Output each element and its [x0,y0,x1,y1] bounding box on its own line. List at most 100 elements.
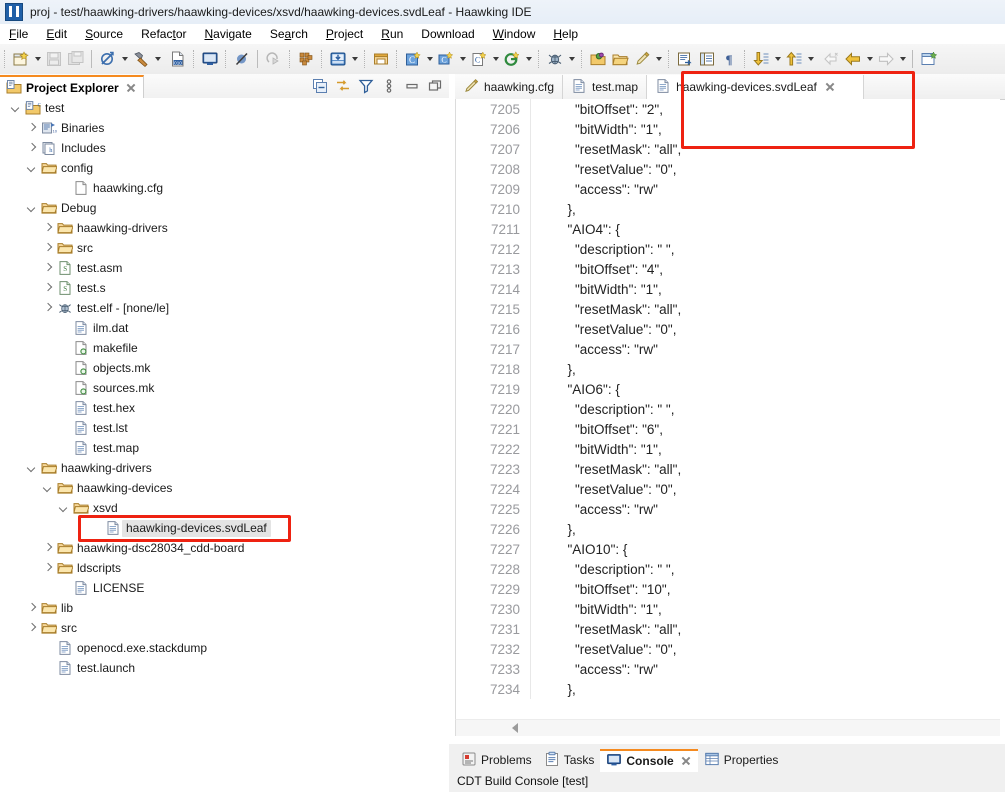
menu-search[interactable]: Search [261,25,317,43]
save-icon[interactable] [43,48,65,70]
outline-toggle-icon[interactable] [696,48,718,70]
chevron-right-icon[interactable] [40,218,56,238]
code-line[interactable]: 7215 "resetMask": "all", [456,299,1000,319]
tree-item-ilm-dat[interactable]: ilm.dat [0,318,449,338]
next-annotation-dropdown-arrow[interactable] [772,48,783,70]
code-view[interactable]: 7205 "bitOffset": "2", 7206 "bitWidth": "… [455,99,1000,719]
code-line[interactable]: 7221 "bitOffset": "6", [456,419,1000,439]
code-line[interactable]: 7217 "access": "rw" [456,339,1000,359]
tree-item-haawking-dsc28034-cdd-board[interactable]: haawking-dsc28034_cdd-board [0,538,449,558]
chevron-right-icon[interactable] [40,258,56,278]
tree-item-test-launch[interactable]: test.launch [0,658,449,678]
bottom-tab-console[interactable]: Console [600,748,698,772]
tree-item-src[interactable]: src [0,618,449,638]
save-all-icon[interactable] [65,48,87,70]
pilcrow-icon[interactable]: ¶ [718,48,740,70]
tree-item-test-elf-none-le[interactable]: test.elf - [none/le] [0,298,449,318]
chevron-right-icon[interactable] [24,618,40,638]
scroll-left-arrow-icon[interactable] [512,723,518,733]
tree-item-debug[interactable]: Debug [0,198,449,218]
bottom-tab-properties[interactable]: Properties [698,750,785,771]
tree-item-haawking-drivers[interactable]: haawking-drivers [0,218,449,238]
code-line[interactable]: 7230 "bitWidth": "1", [456,599,1000,619]
menu-edit[interactable]: Edit [37,25,76,43]
minimize-icon[interactable] [402,76,422,96]
code-line[interactable]: 7228 "description": " ", [456,559,1000,579]
code-line[interactable]: 7234 }, [456,679,1000,699]
open-declaration-icon[interactable] [674,48,696,70]
tree-item-objects-mk[interactable]: objects.mk [0,358,449,378]
code-line[interactable]: 7216 "resetValue": "0", [456,319,1000,339]
restore-window-icon[interactable] [370,48,392,70]
tree-item-haawking-cfg[interactable]: haawking.cfg [0,178,449,198]
chevron-right-icon[interactable] [24,138,40,158]
code-line[interactable]: 7229 "bitOffset": "10", [456,579,1000,599]
download-flash-dropdown-arrow[interactable] [349,48,360,70]
chevron-right-icon[interactable] [40,298,56,318]
code-line[interactable]: 7212 "description": " ", [456,239,1000,259]
build-hammer-icon[interactable] [130,48,152,70]
clean-build-icon[interactable] [97,48,119,70]
tree-item-src[interactable]: src [0,238,449,258]
chevron-down-icon[interactable] [56,498,72,518]
new-c-file-dropdown-arrow[interactable] [490,48,501,70]
debug-bug-dropdown-arrow[interactable] [566,48,577,70]
code-line[interactable]: 7209 "access": "rw" [456,179,1000,199]
code-line[interactable]: 7206 "bitWidth": "1", [456,119,1000,139]
chevron-down-icon[interactable] [40,478,56,498]
resume-icon[interactable] [263,48,285,70]
code-line[interactable]: 7225 "access": "rw" [456,499,1000,519]
menu-window[interactable]: Window [484,25,545,43]
previous-annotation-icon[interactable] [783,48,805,70]
chevron-down-icon[interactable] [8,98,24,118]
new-window-icon[interactable] [918,48,940,70]
tree-item-haawking-devices-svdleaf[interactable]: haawking-devices.svdLeaf [0,518,449,538]
tree-item-makefile[interactable]: makefile [0,338,449,358]
tab-project-explorer[interactable]: Project Explorer [0,74,144,100]
new-c-project-dropdown-arrow[interactable] [424,48,435,70]
build-hammer-dropdown-arrow[interactable] [152,48,163,70]
code-line[interactable]: 7213 "bitOffset": "4", [456,259,1000,279]
download-flash-icon[interactable] [327,48,349,70]
previous-annotation-dropdown-arrow[interactable] [805,48,816,70]
new-class-icon[interactable] [501,48,523,70]
chevron-right-icon[interactable] [40,558,56,578]
menu-project[interactable]: Project [317,25,372,43]
chevron-down-icon[interactable] [24,198,40,218]
code-line[interactable]: 7211 "AIO4": { [456,219,1000,239]
close-icon[interactable] [824,81,836,93]
link-with-editor-icon[interactable] [333,76,353,96]
code-line[interactable]: 7232 "resetValue": "0", [456,639,1000,659]
editor-tab-haawking-cfg[interactable]: haawking.cfg [455,75,564,99]
forward-dropdown-arrow[interactable] [897,48,908,70]
tree-item-license[interactable]: LICENSE [0,578,449,598]
code-line[interactable]: 7233 "access": "rw" [456,659,1000,679]
code-line[interactable]: 7210 }, [456,199,1000,219]
skip-breakpoints-icon[interactable] [231,48,253,70]
menu-source[interactable]: Source [76,25,132,43]
chevron-right-icon[interactable] [24,118,40,138]
tree-item-openocd-exe-stackdump[interactable]: openocd.exe.stackdump [0,638,449,658]
tree-item-test-asm[interactable]: Stest.asm [0,258,449,278]
new-c-project-icon[interactable]: C [402,48,424,70]
code-line[interactable]: 7224 "resetValue": "0", [456,479,1000,499]
chevron-down-icon[interactable] [24,158,40,178]
code-line[interactable]: 7205 "bitOffset": "2", [456,99,1000,119]
terminal-icon[interactable] [199,48,221,70]
editor-horizontal-scrollbar[interactable] [455,719,1000,736]
new-c-folder-dropdown-arrow[interactable] [457,48,468,70]
code-line[interactable]: 7207 "resetMask": "all", [456,139,1000,159]
tree-item-test-s[interactable]: Stest.s [0,278,449,298]
project-tree[interactable]: Ctest 10 Binaries h Includes config haawking.c… [0,98,450,792]
code-line[interactable]: 7218 }, [456,359,1000,379]
close-icon[interactable] [680,755,692,767]
back-history-disabled-icon[interactable] [820,48,842,70]
bottom-tab-problems[interactable]: Problems [455,750,538,771]
menu-download[interactable]: Download [412,25,483,43]
editor-tab-haawking-devices-svdleaf[interactable]: haawking-devices.svdLeaf [647,75,865,99]
memory-icon[interactable] [295,48,317,70]
new-class-dropdown-arrow[interactable] [523,48,534,70]
chevron-right-icon[interactable] [40,278,56,298]
tree-item-ldscripts[interactable]: ldscripts [0,558,449,578]
debug-bug-icon[interactable] [544,48,566,70]
